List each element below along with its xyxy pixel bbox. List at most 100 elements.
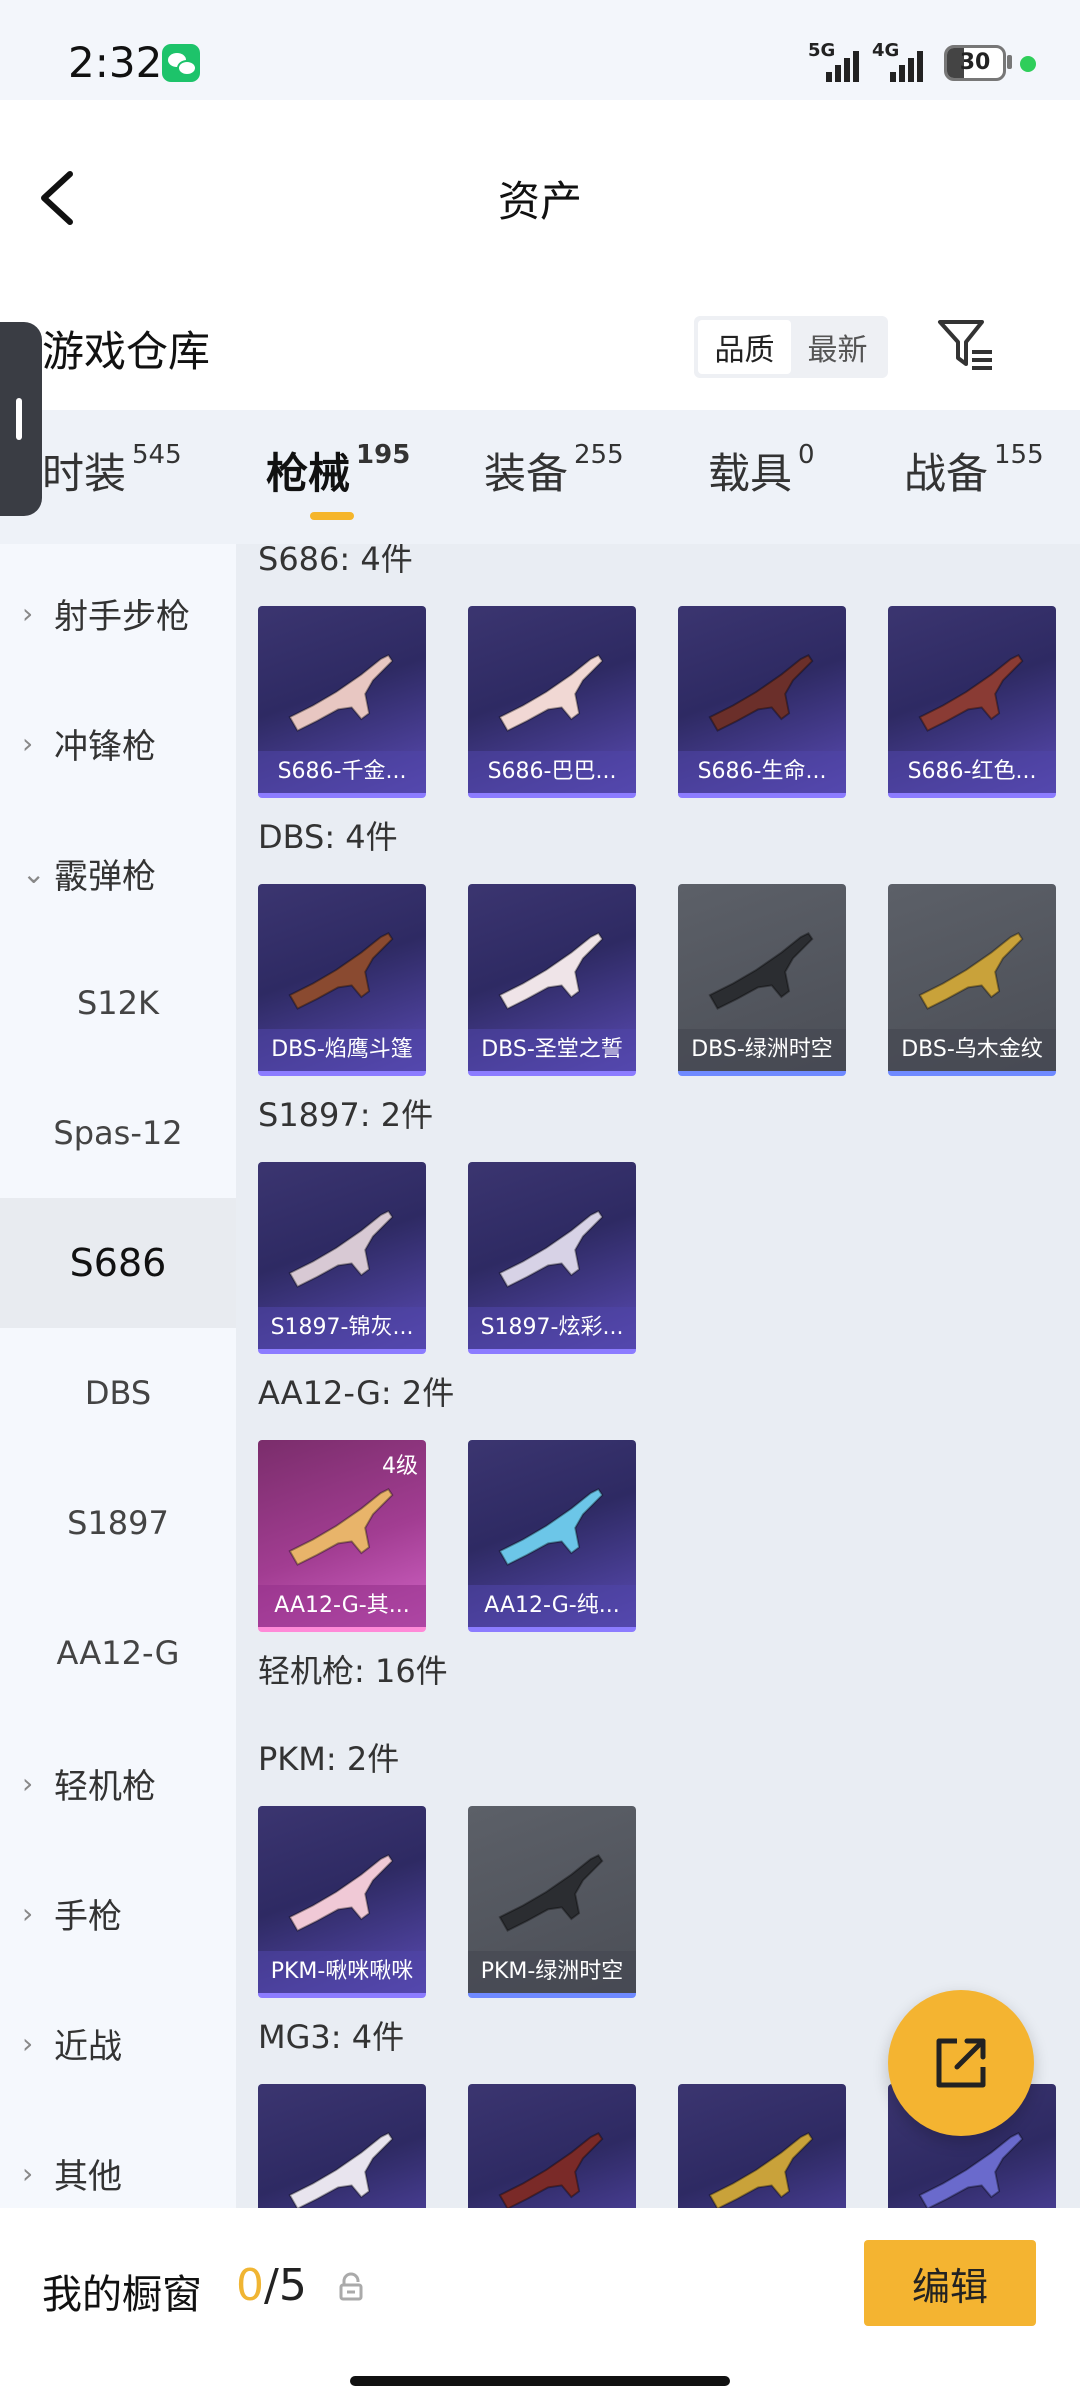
weapon-card[interactable]: PKM-绿洲时空 [468,1806,636,1998]
sidebar-item[interactable]: Spas-12 [0,1068,236,1198]
group-title: DBS: 4件 [258,818,398,856]
weapon-name: DBS-焰鹰斗篷 [258,1029,426,1071]
tab-count: 155 [994,440,1044,470]
weapon-card[interactable]: S1897-炫彩... [468,1162,636,1354]
group-title: 轻机枪: 16件 [258,1652,448,1690]
weapon-icon [288,2131,394,2208]
share-icon [936,2038,986,2088]
wechat-icon [162,44,200,82]
sidebar-item[interactable]: ⌄ 霰弹枪 [0,808,236,938]
section-title: 游戏仓库 [42,327,211,376]
sidebar-item[interactable]: › 近战 [0,1978,236,2108]
weapon-icon [498,653,604,732]
sidebar-item-label: 轻机枪 [54,1766,156,1807]
filter-icon[interactable] [936,318,996,372]
tab-vehicles[interactable]: 载具 0 [708,440,815,501]
weapon-card[interactable] [678,2084,846,2208]
weapon-icon [498,931,604,1010]
lock-icon [338,2272,364,2302]
weapon-card[interactable]: DBS-绿洲时空 [678,884,846,1076]
sidebar-item-label: 霰弹枪 [54,856,156,897]
tab-weapons[interactable]: 枪械 195 [266,440,410,501]
sidebar-item[interactable]: › 射手步枪 [0,548,236,678]
weapon-card[interactable] [258,2084,426,2208]
weapon-card[interactable]: DBS-乌木金纹 [888,884,1056,1076]
tab-label: 战备 [904,449,989,498]
status-time: 2:32 [68,38,163,87]
sidebar-item-label: 近战 [54,2026,122,2067]
tab-supplies[interactable]: 战备 155 [904,440,1044,501]
group-title: AA12-G: 2件 [258,1374,455,1412]
weapon-card[interactable]: DBS-圣堂之誓 [468,884,636,1076]
tab-equipment[interactable]: 装备 255 [484,440,624,501]
weapon-name: S1897-锦灰... [258,1307,426,1349]
weapon-icon [708,2131,814,2208]
sidebar-item[interactable]: S12K [0,938,236,1068]
edit-button[interactable]: 编辑 [864,2240,1036,2326]
sidebar-item[interactable]: S686 [0,1198,236,1328]
sidebar-item-label: S12K [76,984,159,1022]
battery-cap [1007,55,1012,69]
battery-level: 30 [959,50,991,75]
weapon-name: PKM-绿洲时空 [468,1951,636,1993]
sort-newest[interactable]: 最新 [791,320,884,374]
showcase-count: 0/5 [236,2260,307,2311]
share-fab-button[interactable] [888,1990,1034,2136]
weapon-card[interactable]: S686-红色... [888,606,1056,798]
weapon-card[interactable]: PKM-啾咪啾咪 [258,1806,426,1998]
sidebar-item-label: 射手步枪 [54,596,190,637]
weapon-card[interactable]: 4级 AA12-G-其... [258,1440,426,1632]
sidebar-item-label: 手枪 [54,1896,122,1937]
sidebar-item[interactable]: S1897 [0,1458,236,1588]
chevron-right-icon: › [22,1766,34,1800]
weapon-icon [288,1209,394,1288]
showcase-count-total: /5 [264,2260,307,2311]
sidebar-item[interactable]: AA12-G [0,1588,236,1718]
weapon-name: S686-千金... [258,751,426,793]
tab-label: 枪械 [266,449,351,498]
weapon-name: S1897-炫彩... [468,1307,636,1349]
weapon-name: DBS-圣堂之誓 [468,1029,636,1071]
weapon-card[interactable]: S686-生命... [678,606,846,798]
sidebar-item-label: Spas-12 [53,1114,183,1152]
sidebar-item[interactable]: › 手枪 [0,1848,236,1978]
weapon-icon [288,931,394,1010]
weapon-card[interactable]: S1897-锦灰... [258,1162,426,1354]
sidebar-item-label: DBS [84,1374,152,1412]
chevron-down-icon: ⌄ [22,856,46,890]
weapon-icon [288,1853,394,1932]
weapon-card[interactable] [468,2084,636,2208]
weapon-name: S686-巴巴... [468,751,636,793]
level-badge: 4级 [382,1454,418,1479]
tab-count: 255 [574,440,624,470]
weapon-card[interactable]: AA12-G-纯... [468,1440,636,1632]
side-drawer-handle[interactable] [0,322,42,516]
weapon-name: S686-生命... [678,751,846,793]
sidebar-item-label: S1897 [67,1504,169,1542]
weapon-icon [498,1209,604,1288]
chevron-right-icon: › [22,726,34,760]
weapon-icon [708,931,814,1010]
weapon-name: AA12-G-纯... [468,1585,636,1627]
tab-fashion[interactable]: 时装 545 [42,440,182,501]
chevron-right-icon: › [22,596,34,630]
weapon-name: S686-红色... [888,751,1056,793]
tab-count: 195 [356,440,411,470]
weapon-card[interactable]: S686-千金... [258,606,426,798]
weapon-icon [288,1487,394,1566]
weapon-name: DBS-乌木金纹 [888,1029,1056,1071]
group-title: PKM: 2件 [258,1740,400,1778]
sidebar-item[interactable]: DBS [0,1328,236,1458]
weapon-name: AA12-G-其... [258,1585,426,1627]
weapon-icon [708,653,814,732]
sidebar-item[interactable]: › 轻机枪 [0,1718,236,1848]
tab-label: 载具 [708,449,793,498]
weapon-card[interactable]: DBS-焰鹰斗篷 [258,884,426,1076]
showcase-count-current: 0 [236,2260,264,2311]
sidebar-item-label: 冲锋枪 [54,726,156,767]
weapon-icon [918,653,1024,732]
chevron-right-icon: › [22,2156,34,2190]
sort-quality[interactable]: 品质 [698,320,791,374]
sidebar-item[interactable]: › 冲锋枪 [0,678,236,808]
weapon-card[interactable]: S686-巴巴... [468,606,636,798]
